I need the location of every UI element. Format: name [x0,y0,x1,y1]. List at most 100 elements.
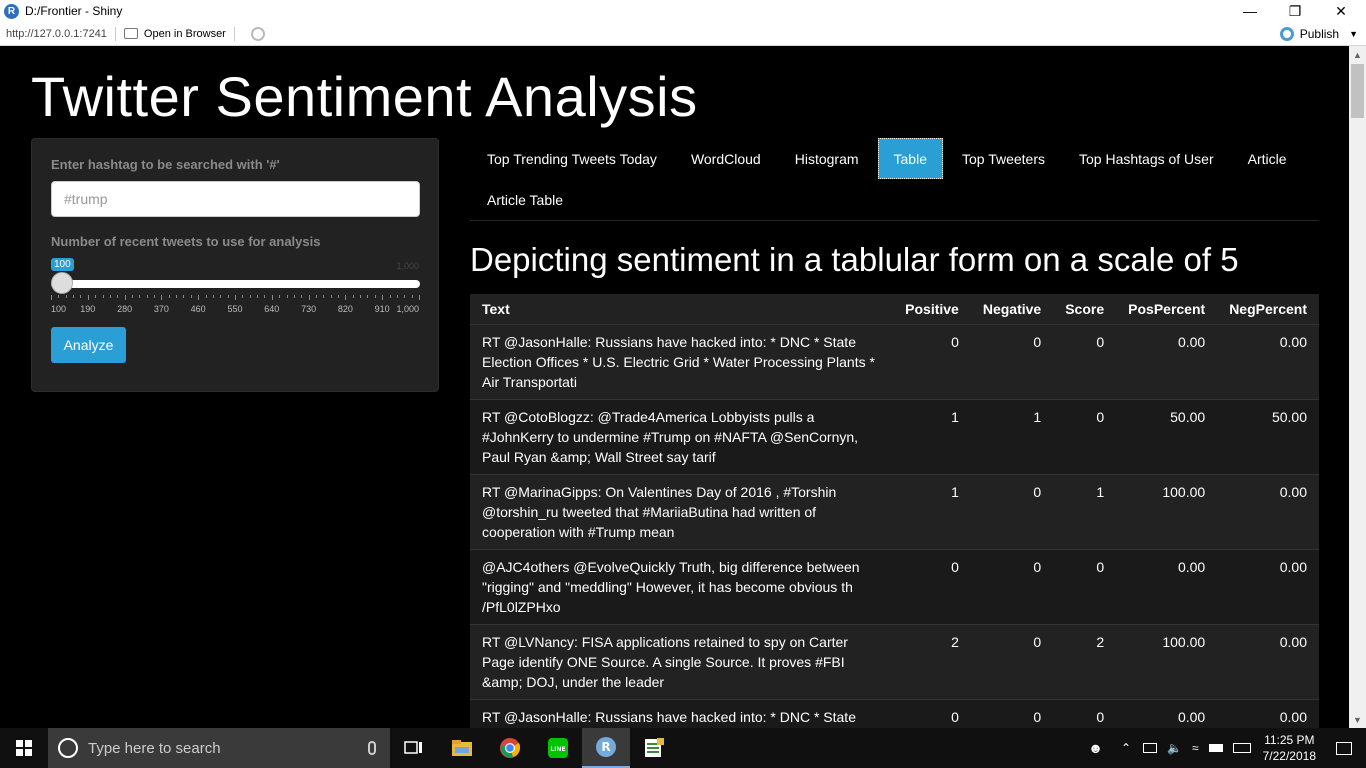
scrollbar-thumb[interactable] [1351,64,1364,118]
slider-minor-tick [323,295,325,298]
slider-tick [87,295,89,300]
slider-minor-tick [146,295,148,298]
slider-tick-label: 190 [80,304,96,314]
table-cell-score: 1 [1053,473,1117,549]
table-cell-negpercent: 0.00 [1217,548,1319,624]
table-cell-positive: 1 [893,473,971,549]
open-in-browser-button[interactable]: Open in Browser [123,28,226,40]
slider-minor-tick [242,295,244,298]
slider-minor-tick [139,295,141,298]
slider-track[interactable] [51,280,420,288]
table-cell-negative: 0 [970,623,1054,699]
tab-table[interactable]: Table [877,138,943,179]
windows-logo-icon [16,740,32,756]
slider-tick [161,295,163,300]
battery-icon[interactable] [1143,743,1158,753]
microphone-icon[interactable] [368,741,376,755]
slider-minor-tick [404,295,406,298]
tab-article-table[interactable]: Article Table [470,179,580,220]
keyboard-icon[interactable] [1232,743,1251,753]
slider-tick [419,295,420,300]
slider-minor-tick [315,295,317,298]
hashtag-label: Enter hashtag to be searched with '#' [51,157,280,172]
tab-histogram[interactable]: Histogram [778,138,876,179]
toolbar-divider [114,26,116,41]
url-display: http://127.0.0.1:7241 [6,27,107,40]
slider-minor-tick [338,295,340,298]
tab-top-trending-tweets-today[interactable]: Top Trending Tweets Today [470,138,674,179]
slider-minor-tick [176,295,178,298]
column-header-score[interactable]: Score [1053,294,1117,325]
slider-minor-tick [330,295,332,298]
task-view-icon[interactable] [390,728,438,768]
slider-tick [271,295,273,300]
column-header-pospercent[interactable]: PosPercent [1116,294,1218,325]
spreadsheet-icon[interactable] [630,728,678,768]
slider-minor-tick [279,295,281,298]
minimize-button[interactable]: — [1227,0,1273,22]
clock-time: 11:25 PM [1264,733,1315,747]
notification-icon[interactable] [1336,741,1352,755]
wifi-icon[interactable]: ≈ [1192,741,1199,755]
table-cell-text: @AJC4others @EvolveQuickly Truth, big di… [470,548,894,624]
table-cell-negative: 1 [970,398,1054,474]
rstudio-icon[interactable]: R [582,728,630,768]
column-header-negpercent[interactable]: NegPercent [1217,294,1319,325]
table-cell-score: 0 [1053,323,1117,399]
table-row: RT @JasonHalle: Russians have hacked int… [470,698,1319,728]
slider-minor-tick [352,295,354,298]
slider-minor-tick [58,295,60,298]
volume-icon[interactable]: 🔈 [1167,741,1182,755]
table-cell-text: RT @JasonHalle: Russians have hacked int… [470,323,894,399]
slider-handle[interactable] [51,272,73,294]
chrome-icon[interactable] [486,728,534,768]
window-titlebar: R D:/Frontier - Shiny — ❐ ✕ [0,0,1366,22]
hashtag-input[interactable] [51,181,420,217]
slider-minor-tick [374,295,376,298]
slider-tick-label: 820 [337,304,353,314]
table-header-row: Text Positive Negative Score PosPercent NegPe… [470,294,1319,325]
table-row: RT @LVNancy: FISA applications retained … [470,623,1319,699]
tab-wordcloud[interactable]: WordCloud [674,138,778,179]
page-scrollbar[interactable]: ▲ ▼ [1349,46,1366,728]
start-button[interactable] [0,728,48,768]
tab-article[interactable]: Article [1231,138,1304,179]
svg-text:LINE: LINE [550,746,565,753]
file-explorer-icon[interactable] [438,728,486,768]
slider-minor-tick [205,295,207,298]
slider-tick-label: 100 [51,304,67,314]
table-cell-score: 0 [1053,548,1117,624]
tab-top-hashtags-of-user[interactable]: Top Hashtags of User [1062,138,1231,179]
publish-button[interactable]: Publish ▼ [1279,22,1358,46]
people-icon[interactable]: ☻ [1088,740,1103,756]
taskbar-search[interactable]: Type here to search [48,728,390,768]
chevron-up-icon[interactable]: ⌃ [1121,741,1131,755]
tab-top-tweeters[interactable]: Top Tweeters [945,138,1062,179]
table-cell-negpercent: 50.00 [1217,398,1319,474]
slider-minor-tick [183,295,185,298]
power-icon[interactable] [1208,744,1223,752]
table-row: RT @CotoBlogzz: @Trade4America Lobbyists… [470,398,1319,474]
slider-tick [345,295,347,300]
column-header-negative[interactable]: Negative [970,294,1054,325]
clock[interactable]: 11:25 PM 7/22/2018 [1263,732,1316,764]
tweet-count-label: Number of recent tweets to use for analy… [51,234,321,249]
analyze-button[interactable]: Analyze [51,327,126,363]
scroll-up-icon[interactable]: ▲ [1349,46,1366,63]
column-header-positive[interactable]: Positive [893,294,971,325]
table-cell-negative: 0 [970,548,1054,624]
table-body: RT @JasonHalle: Russians have hacked int… [470,323,1319,728]
slider-minor-tick [212,295,214,298]
page-title: Twitter Sentiment Analysis [31,65,698,128]
maximize-button[interactable]: ❐ [1272,0,1318,22]
tweet-count-slider[interactable]: 100 1,000 100 190 280 370 460 550 640 730 820 910… [51,255,420,321]
refresh-icon[interactable] [250,26,265,41]
column-header-text[interactable]: Text [470,294,894,325]
slider-minor-tick [301,295,303,298]
close-button[interactable]: ✕ [1318,0,1364,22]
publish-label: Publish [1299,27,1340,41]
scroll-down-icon[interactable]: ▼ [1349,711,1366,728]
line-icon[interactable]: LINE [534,728,582,768]
svg-text:R: R [601,740,610,754]
slider-tick [382,295,384,300]
